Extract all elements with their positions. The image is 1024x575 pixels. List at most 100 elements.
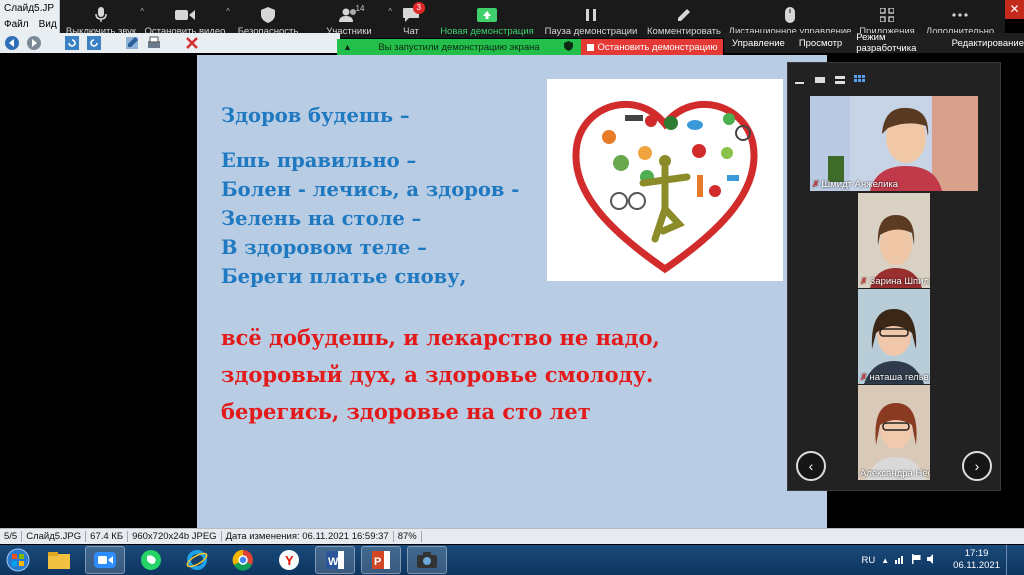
participant-video-feed bbox=[858, 385, 930, 480]
svg-text:W: W bbox=[328, 556, 339, 568]
participant-video-feed bbox=[858, 289, 930, 384]
network-icon[interactable] bbox=[895, 554, 905, 567]
edit-image-icon[interactable] bbox=[124, 35, 140, 51]
mic-muted-icon: ✗ bbox=[860, 372, 868, 382]
annotate-button[interactable]: Комментировать bbox=[640, 0, 728, 38]
strip-view-icon[interactable] bbox=[834, 72, 846, 84]
slide-line-red: берегись, здоровье на сто лет bbox=[221, 399, 591, 424]
rotate-left-icon[interactable] bbox=[64, 35, 80, 51]
flag-icon[interactable] bbox=[911, 553, 921, 567]
chat-unread-badge: 3 bbox=[412, 2, 425, 14]
stop-share-button[interactable]: Остановить демонстрацию bbox=[581, 39, 723, 55]
pause-icon bbox=[585, 6, 597, 24]
viewer-background bbox=[0, 53, 197, 528]
mic-muted-icon: ✗ bbox=[812, 179, 820, 189]
participant-name-label: ✗ наташа гельвих bbox=[860, 372, 930, 383]
zoom-icon[interactable] bbox=[85, 546, 125, 574]
pause-share-label: Пауза демонстрации bbox=[544, 26, 638, 37]
viewer-ribbon-menu: Управление Просмотр Режим разработчика Р… bbox=[724, 32, 1024, 54]
word-icon[interactable]: W bbox=[315, 546, 355, 574]
chevron-right-icon: › bbox=[974, 458, 980, 474]
close-icon[interactable]: ✕ bbox=[1005, 0, 1024, 19]
status-filesize: 67.4 КБ bbox=[86, 531, 129, 542]
share-status-message: ▲ Вы запустили демонстрацию экрана bbox=[337, 39, 581, 55]
menu-manage[interactable]: Управление bbox=[732, 38, 785, 49]
powerpoint-icon[interactable]: P bbox=[361, 546, 401, 574]
explorer-icon[interactable] bbox=[39, 546, 79, 574]
minimize-icon[interactable] bbox=[794, 72, 806, 84]
show-desktop-button[interactable] bbox=[1006, 545, 1016, 575]
windows-logo-icon bbox=[6, 548, 30, 572]
yandex-icon[interactable]: Y bbox=[269, 546, 309, 574]
svg-text:Y: Y bbox=[285, 553, 294, 568]
menu-edit[interactable]: Редактирование bbox=[952, 38, 1024, 49]
next-page-button[interactable]: › bbox=[962, 451, 992, 481]
participant-tile[interactable]: ✗ Шмидт Анжелика bbox=[810, 96, 978, 191]
status-modified: Дата изменения: 06.11.2021 16:59:37 bbox=[222, 531, 394, 542]
clock-time: 17:19 bbox=[964, 548, 989, 559]
participant-name: Шмидт Анжелика bbox=[821, 179, 899, 190]
mouse-icon bbox=[784, 6, 796, 24]
participant-tile[interactable]: ✗ наташа гельвих bbox=[858, 289, 930, 384]
new-share-label: Новая демонстрация bbox=[440, 26, 534, 37]
participant-video-panel: ✗ Шмидт Анжелика ✗ Зарина Шпилева bbox=[787, 62, 1001, 491]
participant-name-label: ✗ Зарина Шпилева bbox=[860, 276, 930, 287]
tray-expand-icon[interactable]: ▲ bbox=[881, 556, 889, 565]
chrome-icon[interactable] bbox=[223, 546, 263, 574]
participant-tile[interactable]: Александра Нестеренко bbox=[858, 385, 930, 480]
pause-share-button[interactable]: Пауза демонстрации bbox=[542, 0, 640, 38]
menu-file[interactable]: Файл bbox=[4, 19, 29, 30]
presentation-slide: Здоров будешь – Ешь правильно – Болен - … bbox=[197, 55, 827, 528]
single-view-icon[interactable] bbox=[814, 72, 826, 83]
forward-arrow-icon[interactable] bbox=[26, 35, 42, 51]
apps-icon bbox=[880, 6, 894, 24]
print-icon[interactable] bbox=[146, 35, 162, 51]
menu-view-ribbon[interactable]: Просмотр bbox=[799, 38, 842, 49]
delete-icon[interactable] bbox=[184, 35, 200, 51]
microphone-icon bbox=[95, 6, 107, 24]
chat-button[interactable]: 3 Чат bbox=[390, 0, 432, 38]
share-status-text: Вы запустили демонстрацию экрана bbox=[378, 41, 540, 53]
stop-share-label: Остановить демонстрацию bbox=[597, 41, 718, 53]
pin-icon: ▲ bbox=[343, 42, 352, 52]
shield-check-icon bbox=[564, 40, 573, 54]
start-button[interactable] bbox=[0, 545, 36, 575]
pencil-icon bbox=[677, 6, 691, 24]
viewer-status-bar: 5/5 Слайд5.JPG 67.4 КБ 960x720x24b JPEG … bbox=[0, 528, 1024, 544]
viewer-menu-bar: Файл Вид bbox=[4, 19, 57, 30]
status-zoom: 87% bbox=[394, 531, 422, 542]
slide-line-red: здоровый дух, а здоровье смолоду. bbox=[221, 362, 654, 387]
ie-icon[interactable] bbox=[177, 546, 217, 574]
status-filename: Слайд5.JPG bbox=[22, 531, 87, 542]
participant-name: наташа гельвих bbox=[869, 372, 930, 383]
annotate-label: Комментировать bbox=[647, 26, 721, 37]
shield-icon bbox=[261, 6, 275, 24]
svg-text:P: P bbox=[374, 556, 381, 568]
volume-icon[interactable] bbox=[927, 553, 937, 567]
healthy-heart-illustration bbox=[547, 79, 783, 281]
panel-view-controls bbox=[788, 63, 1000, 91]
camera-app-icon[interactable] bbox=[407, 546, 447, 574]
menu-developer[interactable]: Режим разработчика bbox=[856, 32, 937, 54]
participant-tile[interactable]: ✗ Зарина Шпилева bbox=[858, 193, 930, 288]
participant-name: Зарина Шпилева bbox=[869, 276, 930, 287]
participant-name-label: Александра Нестеренко bbox=[860, 468, 930, 479]
previous-page-button[interactable]: ‹ bbox=[796, 451, 826, 481]
video-camera-icon bbox=[175, 6, 195, 24]
language-indicator[interactable]: RU bbox=[862, 555, 876, 566]
back-arrow-icon[interactable] bbox=[4, 35, 20, 51]
taskbar-clock[interactable]: 17:19 06.11.2021 bbox=[953, 548, 1000, 572]
viewer-toolbar bbox=[0, 33, 340, 53]
slide-line-red: всё добудешь, и лекарство не надо, bbox=[221, 325, 660, 350]
viewer-window-title: Слайд5.JP bbox=[4, 3, 55, 14]
whatsapp-icon[interactable] bbox=[131, 546, 171, 574]
menu-view[interactable]: Вид bbox=[39, 19, 57, 30]
participant-video-feed bbox=[858, 193, 930, 288]
windows-taskbar: Y W P RU ▲ 17:19 06.11.2021 bbox=[0, 545, 1024, 575]
rotate-right-icon[interactable] bbox=[86, 35, 102, 51]
gallery-view-icon[interactable] bbox=[854, 72, 866, 82]
share-screen-icon bbox=[477, 6, 497, 24]
new-share-button[interactable]: Новая демонстрация bbox=[432, 0, 542, 38]
participant-name-label: ✗ Шмидт Анжелика bbox=[812, 179, 898, 190]
image-viewer-titlebar: Слайд5.JP Файл Вид bbox=[0, 0, 60, 33]
